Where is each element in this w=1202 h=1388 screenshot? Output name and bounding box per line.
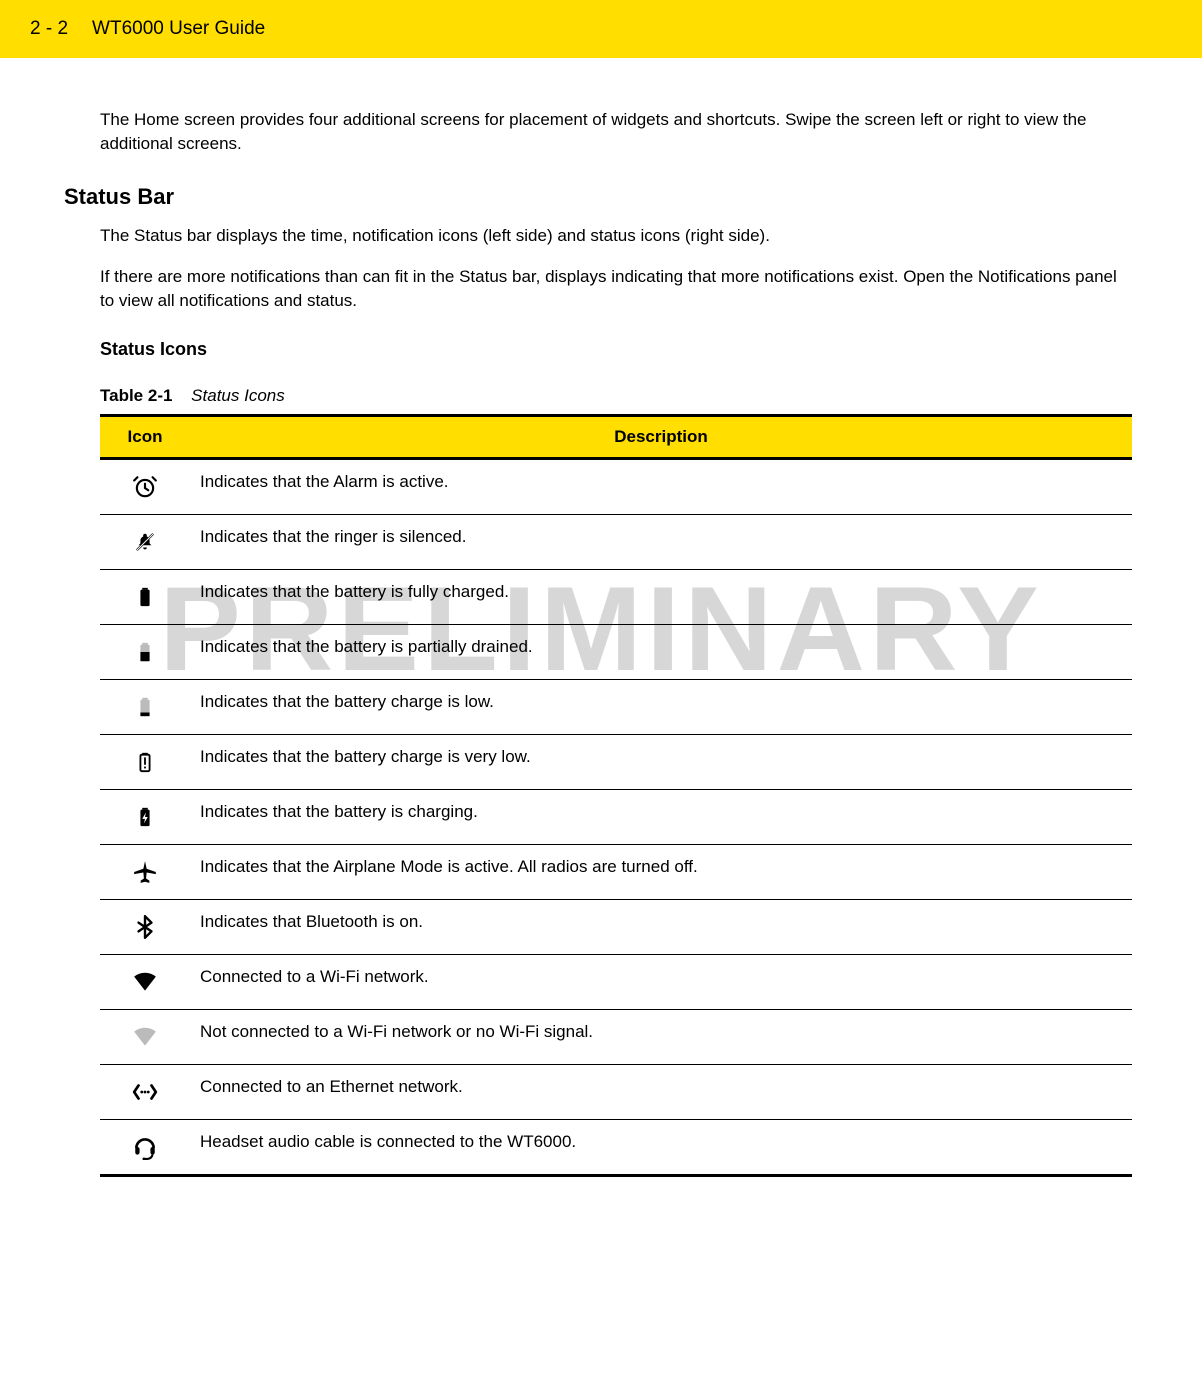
bluetooth-icon <box>100 899 190 954</box>
ringer-silenced-icon <box>100 514 190 569</box>
table-row: Indicates that the battery is partially … <box>100 624 1132 679</box>
alarm-icon <box>100 458 190 514</box>
table-row: Indicates that Bluetooth is on. <box>100 899 1132 954</box>
wifi-disconnected-icon <box>100 1009 190 1064</box>
row-description: Indicates that the battery charge is ver… <box>190 734 1132 789</box>
row-description: Connected to an Ethernet network. <box>190 1064 1132 1119</box>
page-number: 2 - 2 <box>30 18 68 40</box>
row-description: Indicates that Bluetooth is on. <box>190 899 1132 954</box>
row-description: Indicates that the battery is charging. <box>190 789 1132 844</box>
battery-charging-icon <box>100 789 190 844</box>
battery-partial-icon <box>100 624 190 679</box>
row-description: Indicates that the battery is fully char… <box>190 569 1132 624</box>
row-description: Headset audio cable is connected to the … <box>190 1119 1132 1175</box>
row-description: Indicates that the battery charge is low… <box>190 679 1132 734</box>
status-bar-heading: Status Bar <box>64 184 1132 210</box>
ethernet-icon <box>100 1064 190 1119</box>
column-header-description: Description <box>190 415 1132 458</box>
row-description: Not connected to a Wi-Fi network or no W… <box>190 1009 1132 1064</box>
row-description: Indicates that the battery is partially … <box>190 624 1132 679</box>
status-icons-heading: Status Icons <box>100 339 1132 360</box>
row-description: Indicates that the ringer is silenced. <box>190 514 1132 569</box>
intro-paragraph: The Home screen provides four additional… <box>100 108 1132 156</box>
battery-very-low-icon <box>100 734 190 789</box>
column-header-icon: Icon <box>100 415 190 458</box>
table-row: Indicates that the ringer is silenced. <box>100 514 1132 569</box>
table-caption-text: Status Icons <box>191 386 285 405</box>
wifi-connected-icon <box>100 954 190 1009</box>
table-row: Indicates that the battery charge is low… <box>100 679 1132 734</box>
battery-full-icon <box>100 569 190 624</box>
table-row: Headset audio cable is connected to the … <box>100 1119 1132 1175</box>
table-row: Indicates that the battery charge is ver… <box>100 734 1132 789</box>
table-row: Not connected to a Wi-Fi network or no W… <box>100 1009 1132 1064</box>
status-bar-paragraph-1: The Status bar displays the time, notifi… <box>100 224 1132 248</box>
airplane-mode-icon <box>100 844 190 899</box>
row-description: Connected to a Wi-Fi network. <box>190 954 1132 1009</box>
battery-low-icon <box>100 679 190 734</box>
table-caption: Table 2-1 Status Icons <box>100 386 1132 406</box>
status-bar-paragraph-2: If there are more notifications than can… <box>100 265 1132 313</box>
headset-icon <box>100 1119 190 1175</box>
table-row: Indicates that the battery is charging. <box>100 789 1132 844</box>
table-row: Indicates that the battery is fully char… <box>100 569 1132 624</box>
table-row: Indicates that the Alarm is active. <box>100 458 1132 514</box>
table-row: Indicates that the Airplane Mode is acti… <box>100 844 1132 899</box>
row-description: Indicates that the Airplane Mode is acti… <box>190 844 1132 899</box>
table-caption-label: Table 2-1 <box>100 386 172 405</box>
status-icons-table: Icon Description Indicates that the Alar… <box>100 414 1132 1177</box>
page-header: 2 - 2 WT6000 User Guide <box>0 0 1202 58</box>
row-description: Indicates that the Alarm is active. <box>190 458 1132 514</box>
guide-title: WT6000 User Guide <box>92 18 265 40</box>
table-row: Connected to an Ethernet network. <box>100 1064 1132 1119</box>
table-row: Connected to a Wi-Fi network. <box>100 954 1132 1009</box>
